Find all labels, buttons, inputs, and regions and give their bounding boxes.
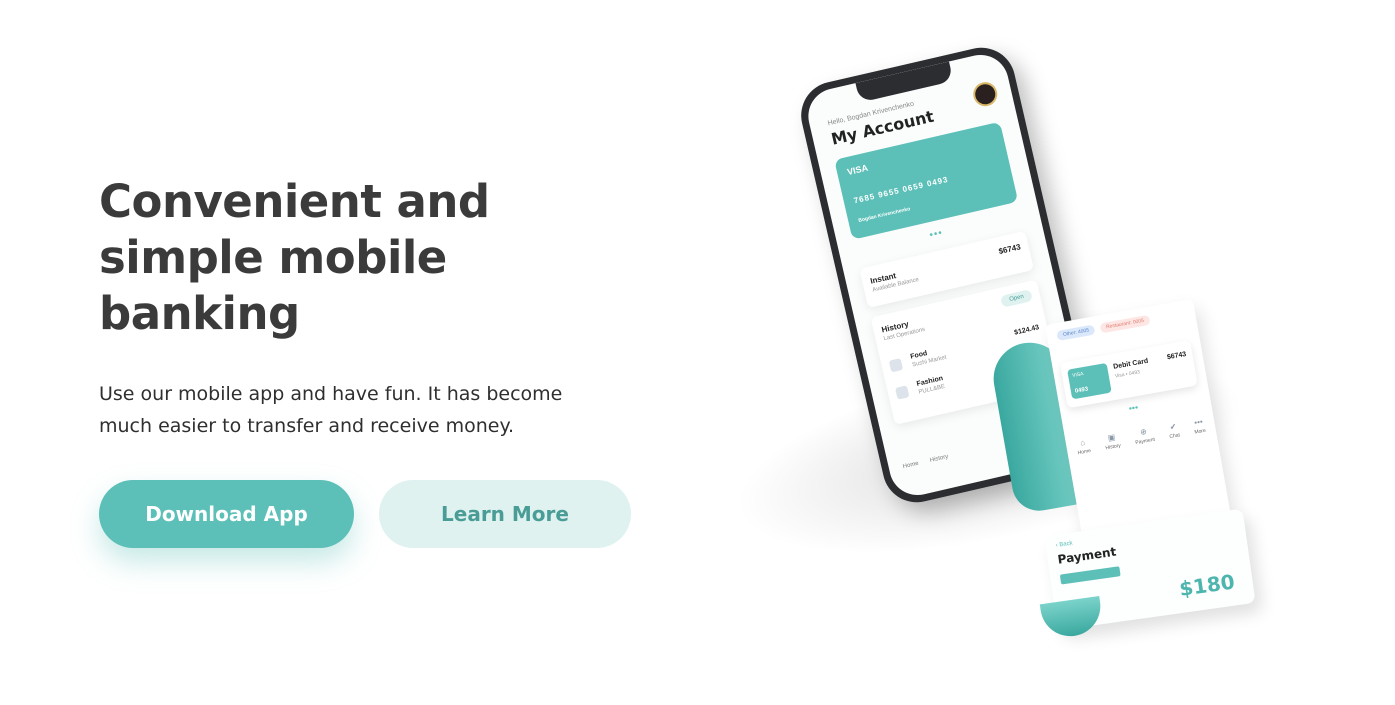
receipt-nav-history: ▣ History [1105,432,1122,452]
hero-subtitle: Use our mobile app and have fun. It has … [99,383,563,437]
card-holder: Bogdan Krivenchenko [857,206,911,224]
receipt-nav-home: ⌂ Home [1077,437,1092,457]
receipt-debit-card: VISA 0493 Debit Card Visa • 0493 $6743 [1059,340,1198,409]
chat-icon: ✔ [1168,421,1178,432]
receipt-nav-payment: ⊕ Payment [1134,427,1156,447]
receipt-card-name: Debit Card [1112,357,1149,371]
payment-back: ‹ Back [1055,540,1074,549]
download-app-button[interactable]: Download App [99,480,354,548]
carousel-dots: ••• [928,227,945,242]
receipt-mini-card: VISA 0493 [1067,362,1112,400]
history-amount: $124.43 [1013,324,1040,337]
card-brand: VISA [846,162,869,178]
receipt-tag: Restaurant: 0005 [1099,314,1151,334]
card-number: 7685 9655 0659 0493 [852,174,950,206]
receipt-nav-chat: ✔ Chat [1168,421,1181,441]
history-open-badge: Open [1000,289,1033,308]
payment-card-strip [1059,566,1121,585]
learn-more-button[interactable]: Learn More [379,480,631,548]
home-icon: ⌂ [1079,437,1086,448]
receipt-card-digits: 0493 [1074,386,1089,395]
phone-notch [855,61,954,103]
more-icon: ••• [1193,417,1204,428]
receipt-card-amount: $6743 [1166,350,1187,362]
receipt-card-sub: Visa • 0493 [1114,369,1141,380]
payment-curl [1039,596,1105,640]
avatar [970,79,1000,109]
fashion-icon [895,385,910,400]
history-icon: ▣ [1107,432,1117,443]
hero-title: Convenient and simple mobile banking [99,175,490,340]
phone-nav-history: History [929,453,949,464]
balance-amount: $6743 [997,242,1022,257]
receipt-nav-more: ••• More [1193,417,1207,436]
receipt-carousel-dots: ••• [1127,402,1139,414]
phone-nav-home: Home [902,460,920,471]
food-icon [888,358,904,373]
phone-nav: Home History [902,452,958,471]
receipt-card-brand: VISA [1071,371,1085,379]
payment-amount: $180 [1177,569,1237,601]
receipt-tag: Other: 4005 [1056,324,1096,341]
phone-illustration: Hello, Bogdan Krivenchenko My Account VI… [690,40,1310,680]
receipt-nav: ⌂ Home ▣ History ⊕ Payment ✔ Chat ••• More [1075,417,1206,456]
payment-title: Payment [1056,544,1118,567]
